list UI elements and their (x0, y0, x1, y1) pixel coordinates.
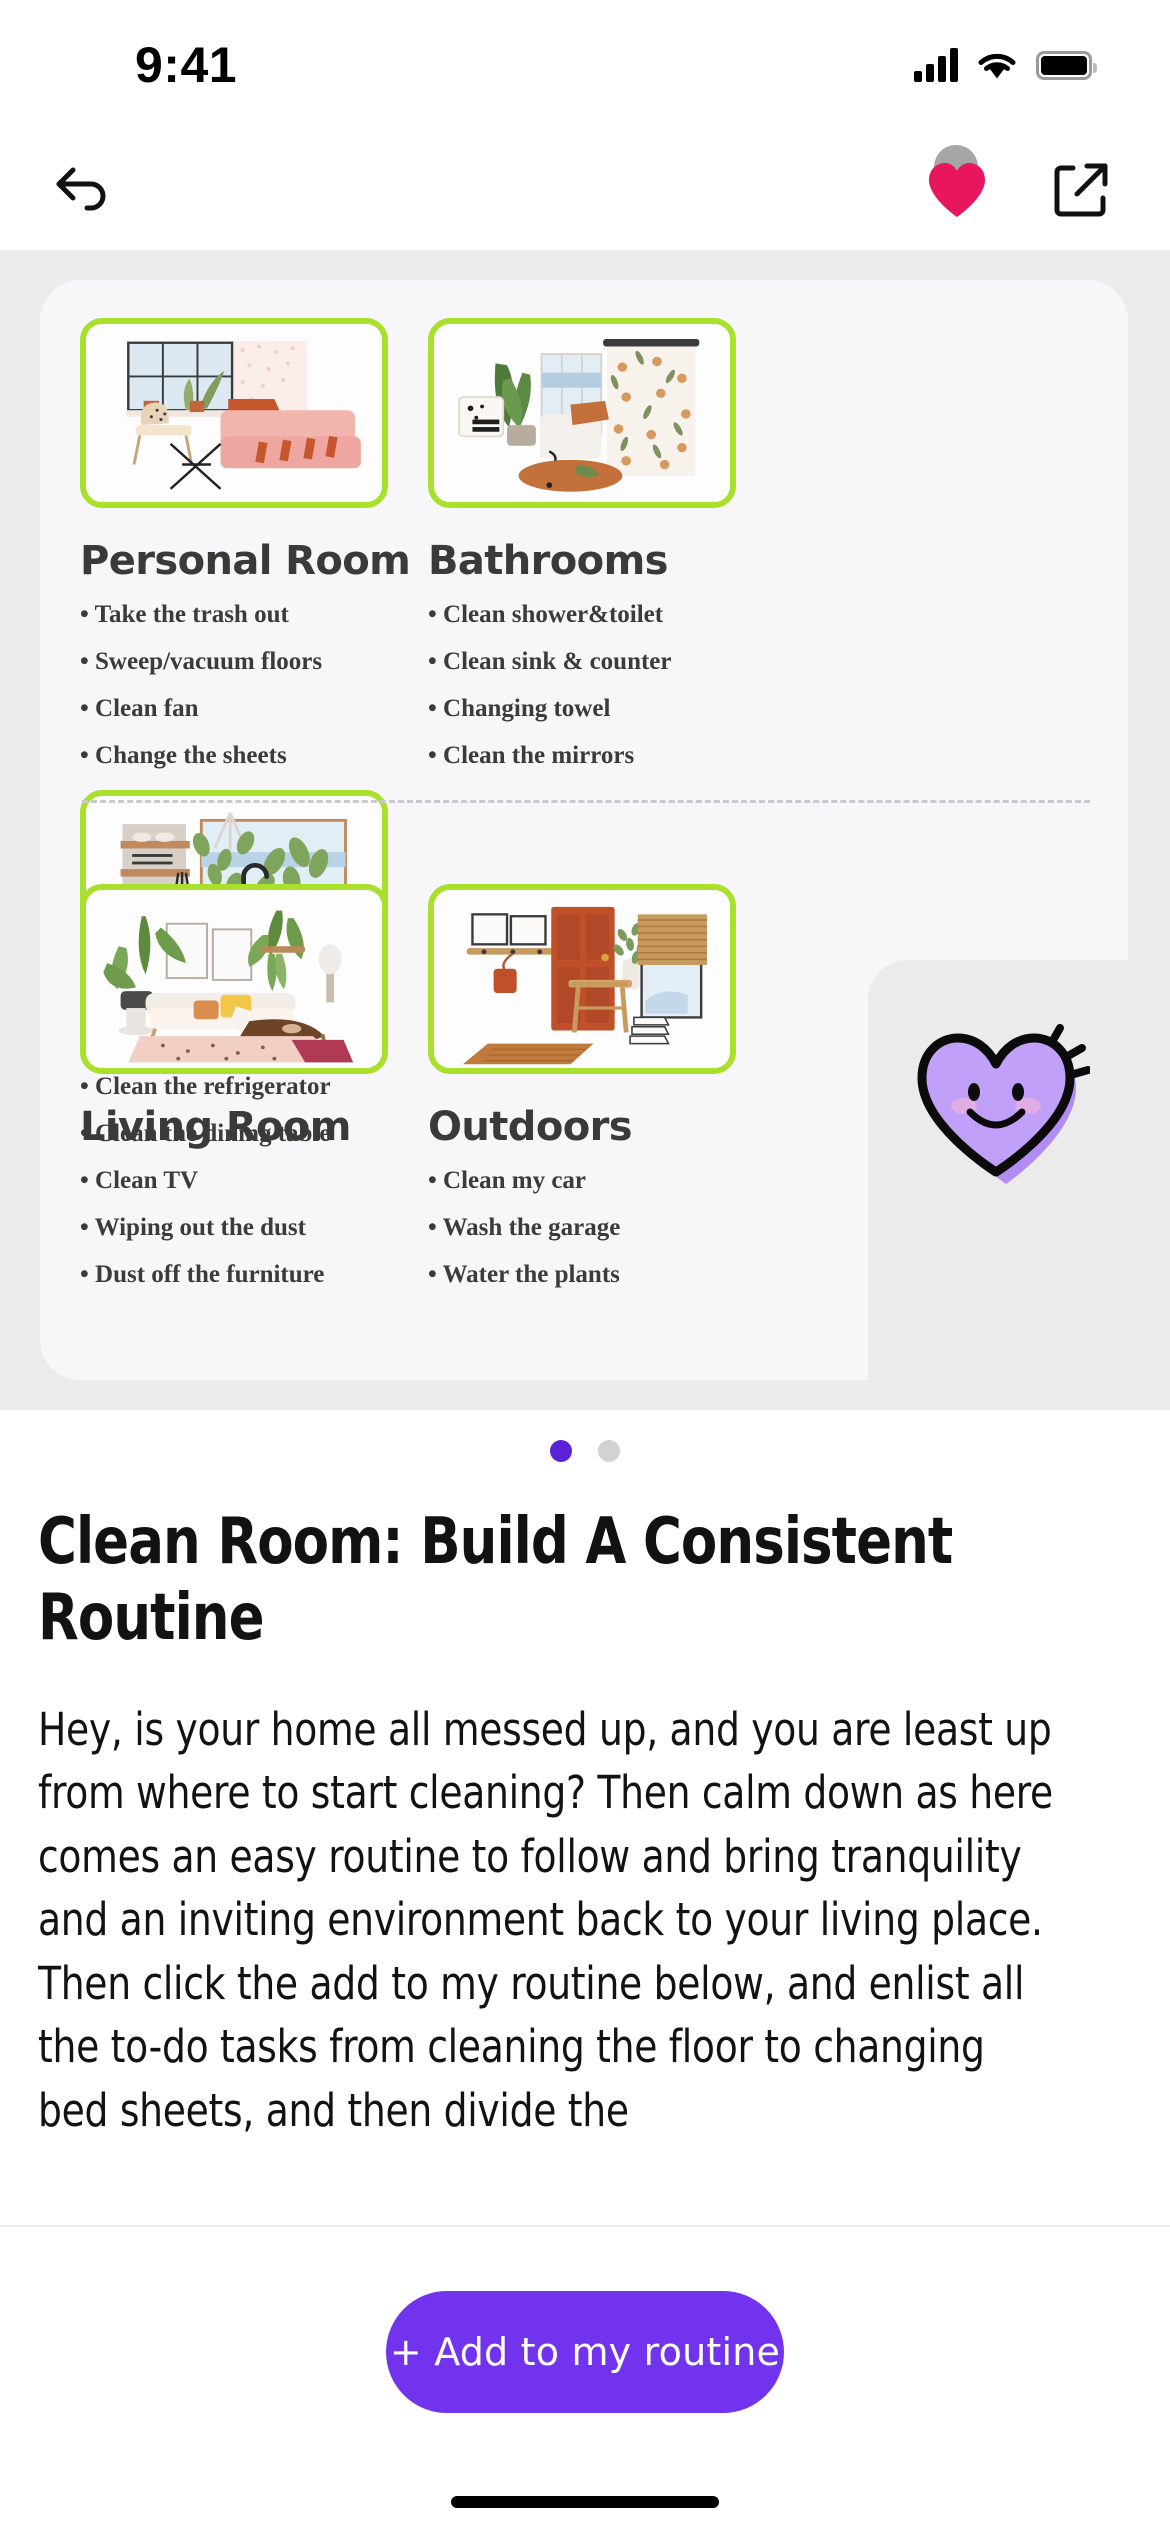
article-section: Clean Room: Build A Consistent Routine H… (0, 1505, 1170, 2225)
task-list: Clean shower&toilet Clean sink & counter… (428, 602, 776, 768)
room-title: Bathrooms (428, 538, 668, 584)
task-item: Sweep/vacuum floors (80, 649, 428, 674)
task-item: Clean my car (428, 1168, 776, 1193)
task-item: Take the trash out (80, 602, 428, 627)
task-item: Wash the garage (428, 1215, 776, 1240)
back-arrow-icon[interactable] (48, 155, 118, 225)
section-divider (82, 800, 1090, 803)
status-time: 9:41 (135, 37, 238, 93)
task-list: Clean TV Wiping out the dust Dust off th… (80, 1168, 428, 1287)
pagination-dot-2[interactable] (598, 1440, 620, 1462)
add-to-routine-button[interactable]: + Add to my routine (386, 2291, 784, 2413)
task-list: Take the trash out Sweep/vacuum floors C… (80, 602, 428, 768)
carousel-pagination (0, 1440, 1170, 1462)
task-item: Clean shower&toilet (428, 602, 776, 627)
page-title: Clean Room: Build A Consistent Routine (38, 1505, 953, 1655)
room-title: Outdoors (428, 1104, 633, 1150)
task-item: Clean fan (80, 696, 428, 721)
pagination-dot-1[interactable] (550, 1440, 572, 1462)
room-column-bathrooms: Bathrooms Clean shower&toilet Clean sink… (428, 318, 776, 790)
article-paragraph: Then click the add to my routine below, … (38, 1956, 1025, 2137)
room-column-outdoors: Outdoors Clean my car Wash the garage Wa… (428, 884, 776, 1309)
bottom-action-bar: + Add to my routine (0, 2225, 1170, 2532)
task-list: Clean my car Wash the garage Water the p… (428, 1168, 776, 1287)
battery-full-icon (1036, 50, 1097, 80)
status-icons (914, 48, 1097, 82)
status-bar: 9:41 (0, 0, 1170, 130)
home-indicator (451, 2496, 719, 2508)
task-item: Changing towel (428, 696, 776, 721)
task-item: Clean TV (80, 1168, 428, 1193)
app-screen: 9:41 Personal Room • Take the trash out … (0, 0, 1170, 2532)
task-item: Clean the mirrors (428, 743, 776, 768)
room-title: Personal Room (80, 538, 411, 584)
task-item: Change the sheets (80, 743, 428, 768)
smiling-heart-mascot (900, 1020, 1090, 1190)
nav-actions (920, 145, 1116, 227)
task-item: Dust off the furniture (80, 1262, 428, 1287)
room-column-personal-room: Personal Room Take the trash out Sweep/v… (80, 318, 428, 790)
task-item: Wiping out the dust (80, 1215, 428, 1240)
rooms-carousel-slide: Personal Room Take the trash out Sweep/v… (0, 250, 1170, 1410)
task-item: Clean sink & counter (428, 649, 776, 674)
room-column-living-room: Living Room Clean TV Wiping out the dust… (80, 884, 428, 1309)
living-room-illustration[interactable] (80, 884, 388, 1074)
cellular-signal-icon (914, 48, 958, 82)
share-external-link-icon[interactable] (1046, 155, 1116, 225)
room-title: Living Room (80, 1104, 351, 1150)
article-paragraph: Hey, is your home all messed up, and you… (38, 1703, 1053, 1947)
heart-icon[interactable] (920, 145, 994, 227)
bathroom-illustration[interactable] (428, 318, 736, 508)
wifi-icon (978, 53, 1016, 79)
bedroom-illustration[interactable] (80, 318, 388, 508)
rooms-card: Personal Room Take the trash out Sweep/v… (40, 280, 1128, 1380)
task-item: Water the plants (428, 1262, 776, 1287)
article-body: Hey, is your home all messed up, and you… (38, 1698, 1055, 2142)
outdoors-illustration[interactable] (428, 884, 736, 1074)
navigation-bar (0, 130, 1170, 250)
